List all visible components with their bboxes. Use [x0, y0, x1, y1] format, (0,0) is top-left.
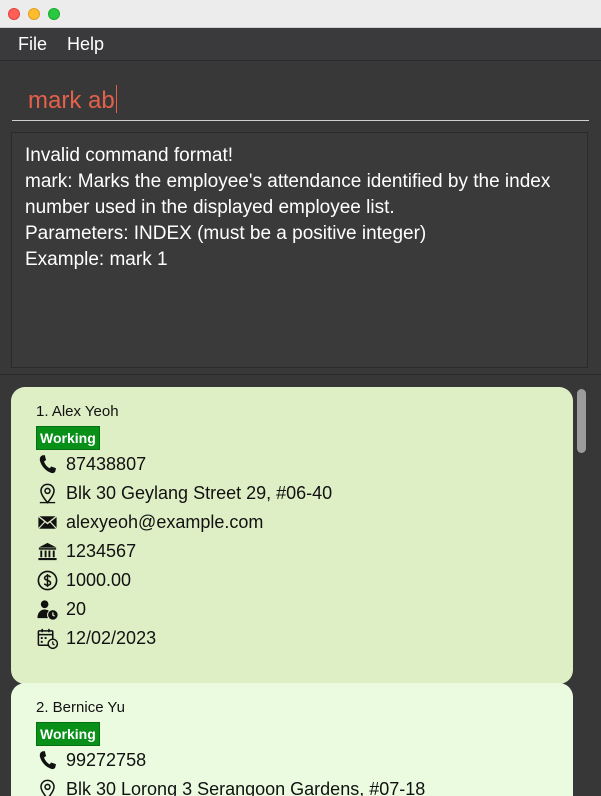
salary-value: 1000.00 — [66, 570, 132, 590]
phone-value: 99272758 — [66, 750, 147, 770]
title-bar — [0, 0, 601, 28]
result-area: Invalid command format! mark: Marks the … — [0, 126, 601, 374]
phone-icon — [39, 751, 56, 770]
salary-field: 1000.00 — [36, 566, 573, 595]
text-caret — [115, 85, 117, 113]
bank-icon — [38, 542, 57, 561]
employee-name: 1. Alex Yeoh — [36, 403, 119, 420]
maximize-window-button[interactable] — [48, 8, 60, 20]
email-value: alexyeoh@example.com — [66, 512, 264, 532]
employee-card[interactable]: 1. Alex Yeoh Working 87438807 Blk 30 Gey… — [11, 387, 573, 684]
leave-value: 20 — [66, 599, 87, 619]
address-field: Blk 30 Lorong 3 Serangoon Gardens, #07-1… — [36, 775, 573, 796]
leave-field: 20 — [36, 595, 573, 624]
date-field: 12/02/2023 — [36, 624, 573, 653]
address-value: Blk 30 Geylang Street 29, #06-40 — [66, 483, 333, 503]
close-window-button[interactable] — [8, 8, 20, 20]
dollar-icon — [37, 570, 58, 591]
date-value: 12/02/2023 — [66, 628, 157, 648]
location-pin-icon — [39, 483, 56, 504]
minimize-window-button[interactable] — [28, 8, 40, 20]
menu-help[interactable]: Help — [67, 34, 104, 55]
address-field: Blk 30 Geylang Street 29, #06-40 — [36, 479, 573, 508]
result-line: Example: mark 1 — [25, 249, 168, 270]
result-display: Invalid command format! mark: Marks the … — [11, 132, 588, 368]
command-area: mark ab — [0, 60, 601, 126]
email-field: alexyeoh@example.com — [36, 508, 573, 537]
employee-card[interactable]: 2. Bernice Yu Working 99272758 Blk 30 Lo… — [11, 683, 573, 796]
command-text: mark ab — [28, 85, 117, 114]
phone-value: 87438807 — [66, 454, 147, 474]
menu-bar: File Help — [0, 28, 601, 60]
command-input[interactable]: mark ab — [12, 69, 589, 121]
employee-name: 2. Bernice Yu — [36, 699, 125, 716]
bank-account-field: 1234567 — [36, 537, 573, 566]
list-scrollbar[interactable] — [577, 389, 586, 453]
user-clock-icon — [37, 600, 58, 620]
address-value: Blk 30 Lorong 3 Serangoon Gardens, #07-1… — [66, 779, 426, 796]
result-line: mark: Marks the employee's attendance id… — [25, 171, 551, 192]
result-line: Invalid command format! — [25, 145, 234, 166]
employee-list[interactable]: 1. Alex Yeoh Working 87438807 Blk 30 Gey… — [0, 374, 601, 796]
status-badge: Working — [36, 426, 100, 450]
result-line: Parameters: INDEX (must be a positive in… — [25, 223, 427, 244]
envelope-icon — [37, 515, 58, 530]
bank-account-value: 1234567 — [66, 541, 137, 561]
result-line: number used in the displayed employee li… — [25, 197, 395, 218]
phone-icon — [39, 455, 56, 474]
phone-field: 99272758 — [36, 746, 573, 775]
calendar-clock-icon — [37, 628, 59, 650]
status-badge: Working — [36, 722, 100, 746]
location-pin-icon — [40, 779, 55, 796]
phone-field: 87438807 — [36, 450, 573, 479]
menu-file[interactable]: File — [18, 34, 47, 55]
